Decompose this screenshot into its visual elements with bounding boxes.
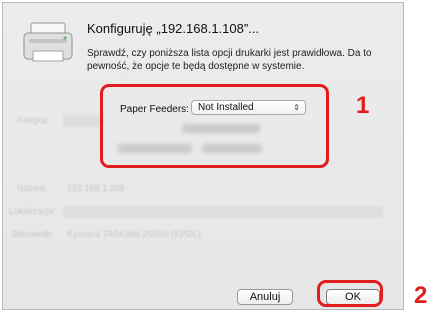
bg-field-queue (63, 115, 103, 127)
dialog-title: Konfiguruję „192.168.1.108”... (87, 21, 260, 36)
bg-value-driver: Kyocera TASKalfa 2550ci (KPDL) (67, 229, 201, 239)
ok-highlight-box (317, 280, 383, 307)
bg-label-location: Lokalizacja: (9, 206, 57, 216)
bg-field-location (63, 206, 383, 218)
bg-label-queue: Kolejka: (17, 115, 50, 125)
options-highlight-box (100, 84, 329, 168)
callout-number-2: 2 (414, 282, 428, 309)
bg-value-name: 192.168.1.108 (67, 183, 125, 193)
dialog-message: Sprawdź, czy poniższa lista opcji drukar… (87, 48, 372, 72)
cancel-button[interactable]: Anuluj (237, 289, 293, 305)
callout-number-1: 1 (356, 92, 370, 119)
bg-label-driver: Sterownik: (11, 229, 54, 239)
printer-icon (23, 22, 73, 62)
bg-label-name: Nazwa: (17, 183, 48, 193)
